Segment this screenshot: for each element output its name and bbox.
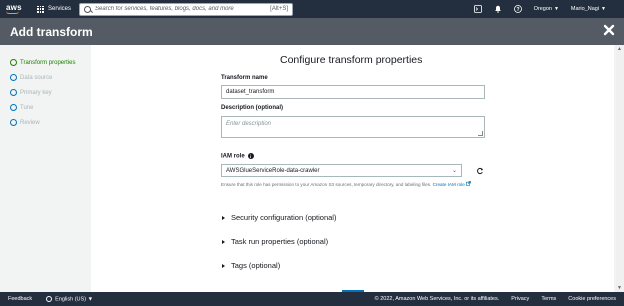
description-label: Description (optional) (221, 105, 283, 111)
svg-text:?: ? (516, 7, 519, 13)
services-label: Services (48, 6, 72, 12)
transform-name-input[interactable]: dataset_transform (221, 85, 485, 99)
form-title: Configure transform properties (280, 54, 423, 66)
step-circle-icon (10, 59, 17, 66)
step-review: Review (10, 115, 90, 130)
nav-right-group: ? Oregon ▼ Mario_Nagi ▼ (473, 5, 624, 13)
scroll-down-icon[interactable]: ▼ (617, 285, 622, 291)
resize-handle-icon[interactable] (478, 131, 483, 136)
region-label: Oregon (533, 6, 552, 12)
cookie-preferences-link[interactable]: Cookie preferences (568, 296, 616, 302)
iam-help-text: Ensure that this role has permission to … (221, 182, 432, 187)
step-label: Data source (20, 74, 53, 81)
search-icon (84, 5, 92, 13)
aws-logo[interactable]: aws (6, 4, 28, 14)
region-selector[interactable]: Oregon ▼ (534, 6, 559, 12)
caret-right-icon (222, 239, 225, 244)
page-title: Add transform (10, 24, 93, 39)
language-label: English (US) (55, 296, 87, 303)
language-selector[interactable]: English (US) ▼ (46, 295, 94, 303)
info-icon[interactable]: i (247, 153, 254, 159)
footer-links: © 2022, Amazon Web Services, Inc. or its… (375, 296, 616, 302)
description-placeholder: Enter description (226, 121, 272, 127)
chevron-down-icon: ⌄ (451, 168, 457, 174)
transform-name-value: dataset_transform (226, 89, 275, 95)
step-label: Review (20, 119, 40, 126)
terms-link[interactable]: Terms (541, 296, 556, 302)
user-label: Mario_Nagi (570, 6, 600, 12)
step-circle-icon (10, 89, 17, 96)
caret-right-icon (222, 215, 225, 220)
expander-label: Security configuration (optional) (231, 213, 337, 222)
task-run-properties-expander[interactable]: Task run properties (optional) (222, 237, 328, 246)
scroll-up-icon[interactable]: ▲ (617, 46, 622, 52)
step-tune: Tune (10, 100, 90, 115)
expander-label: Task run properties (optional) (231, 237, 329, 246)
iam-role-select[interactable]: AWSGlueServiceRole-data-crawler ⌄ (221, 164, 462, 177)
caret-right-icon (222, 263, 225, 268)
help-icon[interactable]: ? (513, 5, 522, 13)
page-scrollbar[interactable]: ▲ ▼ (616, 45, 624, 292)
step-transform-properties[interactable]: Transform properties (10, 55, 90, 70)
step-label: Tune (20, 104, 34, 111)
caret-down-icon: ▼ (553, 6, 559, 12)
iam-role-value: AWSGlueServiceRole-data-crawler (226, 167, 320, 174)
services-menu-button[interactable]: Services (37, 5, 72, 13)
tags-expander[interactable]: Tags (optional) (222, 261, 280, 270)
search-input[interactable] (95, 6, 271, 12)
page-header: Add transform (0, 18, 624, 45)
step-primary-key: Primary key (10, 85, 90, 100)
transform-name-label: Transform name (221, 75, 268, 81)
caret-down-icon: ▼ (87, 296, 94, 303)
footer: Feedback English (US) ▼ © 2022, Amazon W… (0, 292, 624, 306)
globe-icon (46, 295, 53, 302)
grid-icon (37, 5, 44, 13)
iam-role-help: Ensure that this role has permission to … (221, 181, 483, 188)
step-circle-icon (10, 74, 17, 81)
account-menu[interactable]: Mario_Nagi ▼ (571, 6, 606, 12)
iam-role-label-row: IAM role i (221, 153, 254, 160)
aws-smile-icon (6, 11, 19, 14)
search-bar[interactable]: [Alt+S] (79, 2, 294, 16)
step-label: Transform properties (20, 59, 76, 66)
refresh-icon[interactable] (476, 167, 484, 175)
form-panel: Configure transform properties Transform… (91, 45, 614, 292)
copyright-text: © 2022, Amazon Web Services, Inc. or its… (374, 296, 500, 302)
step-circle-icon (10, 119, 17, 126)
top-navigation: aws Services [Alt+S] ? Oregon▼ Mario_Nag… (0, 0, 624, 18)
close-icon[interactable] (603, 24, 615, 36)
create-iam-role-label: Create IAM role (432, 182, 465, 187)
search-shortcut-hint: [Alt+S] (270, 6, 289, 12)
step-label: Primary key (20, 89, 52, 96)
cloudshell-icon[interactable] (473, 5, 482, 13)
wizard-steps: Transform properties Data source Primary… (10, 55, 90, 130)
step-data-source: Data source (10, 70, 90, 85)
description-textarea[interactable]: Enter description (221, 116, 485, 138)
security-configuration-expander[interactable]: Security configuration (optional) (222, 213, 336, 222)
caret-down-icon: ▼ (601, 6, 606, 12)
feedback-link[interactable]: Feedback (8, 296, 32, 302)
bell-icon[interactable] (494, 5, 502, 13)
iam-role-label: IAM role (221, 153, 245, 160)
create-iam-role-link[interactable]: Create IAM role (432, 181, 471, 187)
external-link-icon (466, 181, 471, 186)
expander-label: Tags (optional) (231, 261, 281, 270)
step-circle-icon (10, 104, 17, 111)
privacy-link[interactable]: Privacy (511, 296, 529, 302)
